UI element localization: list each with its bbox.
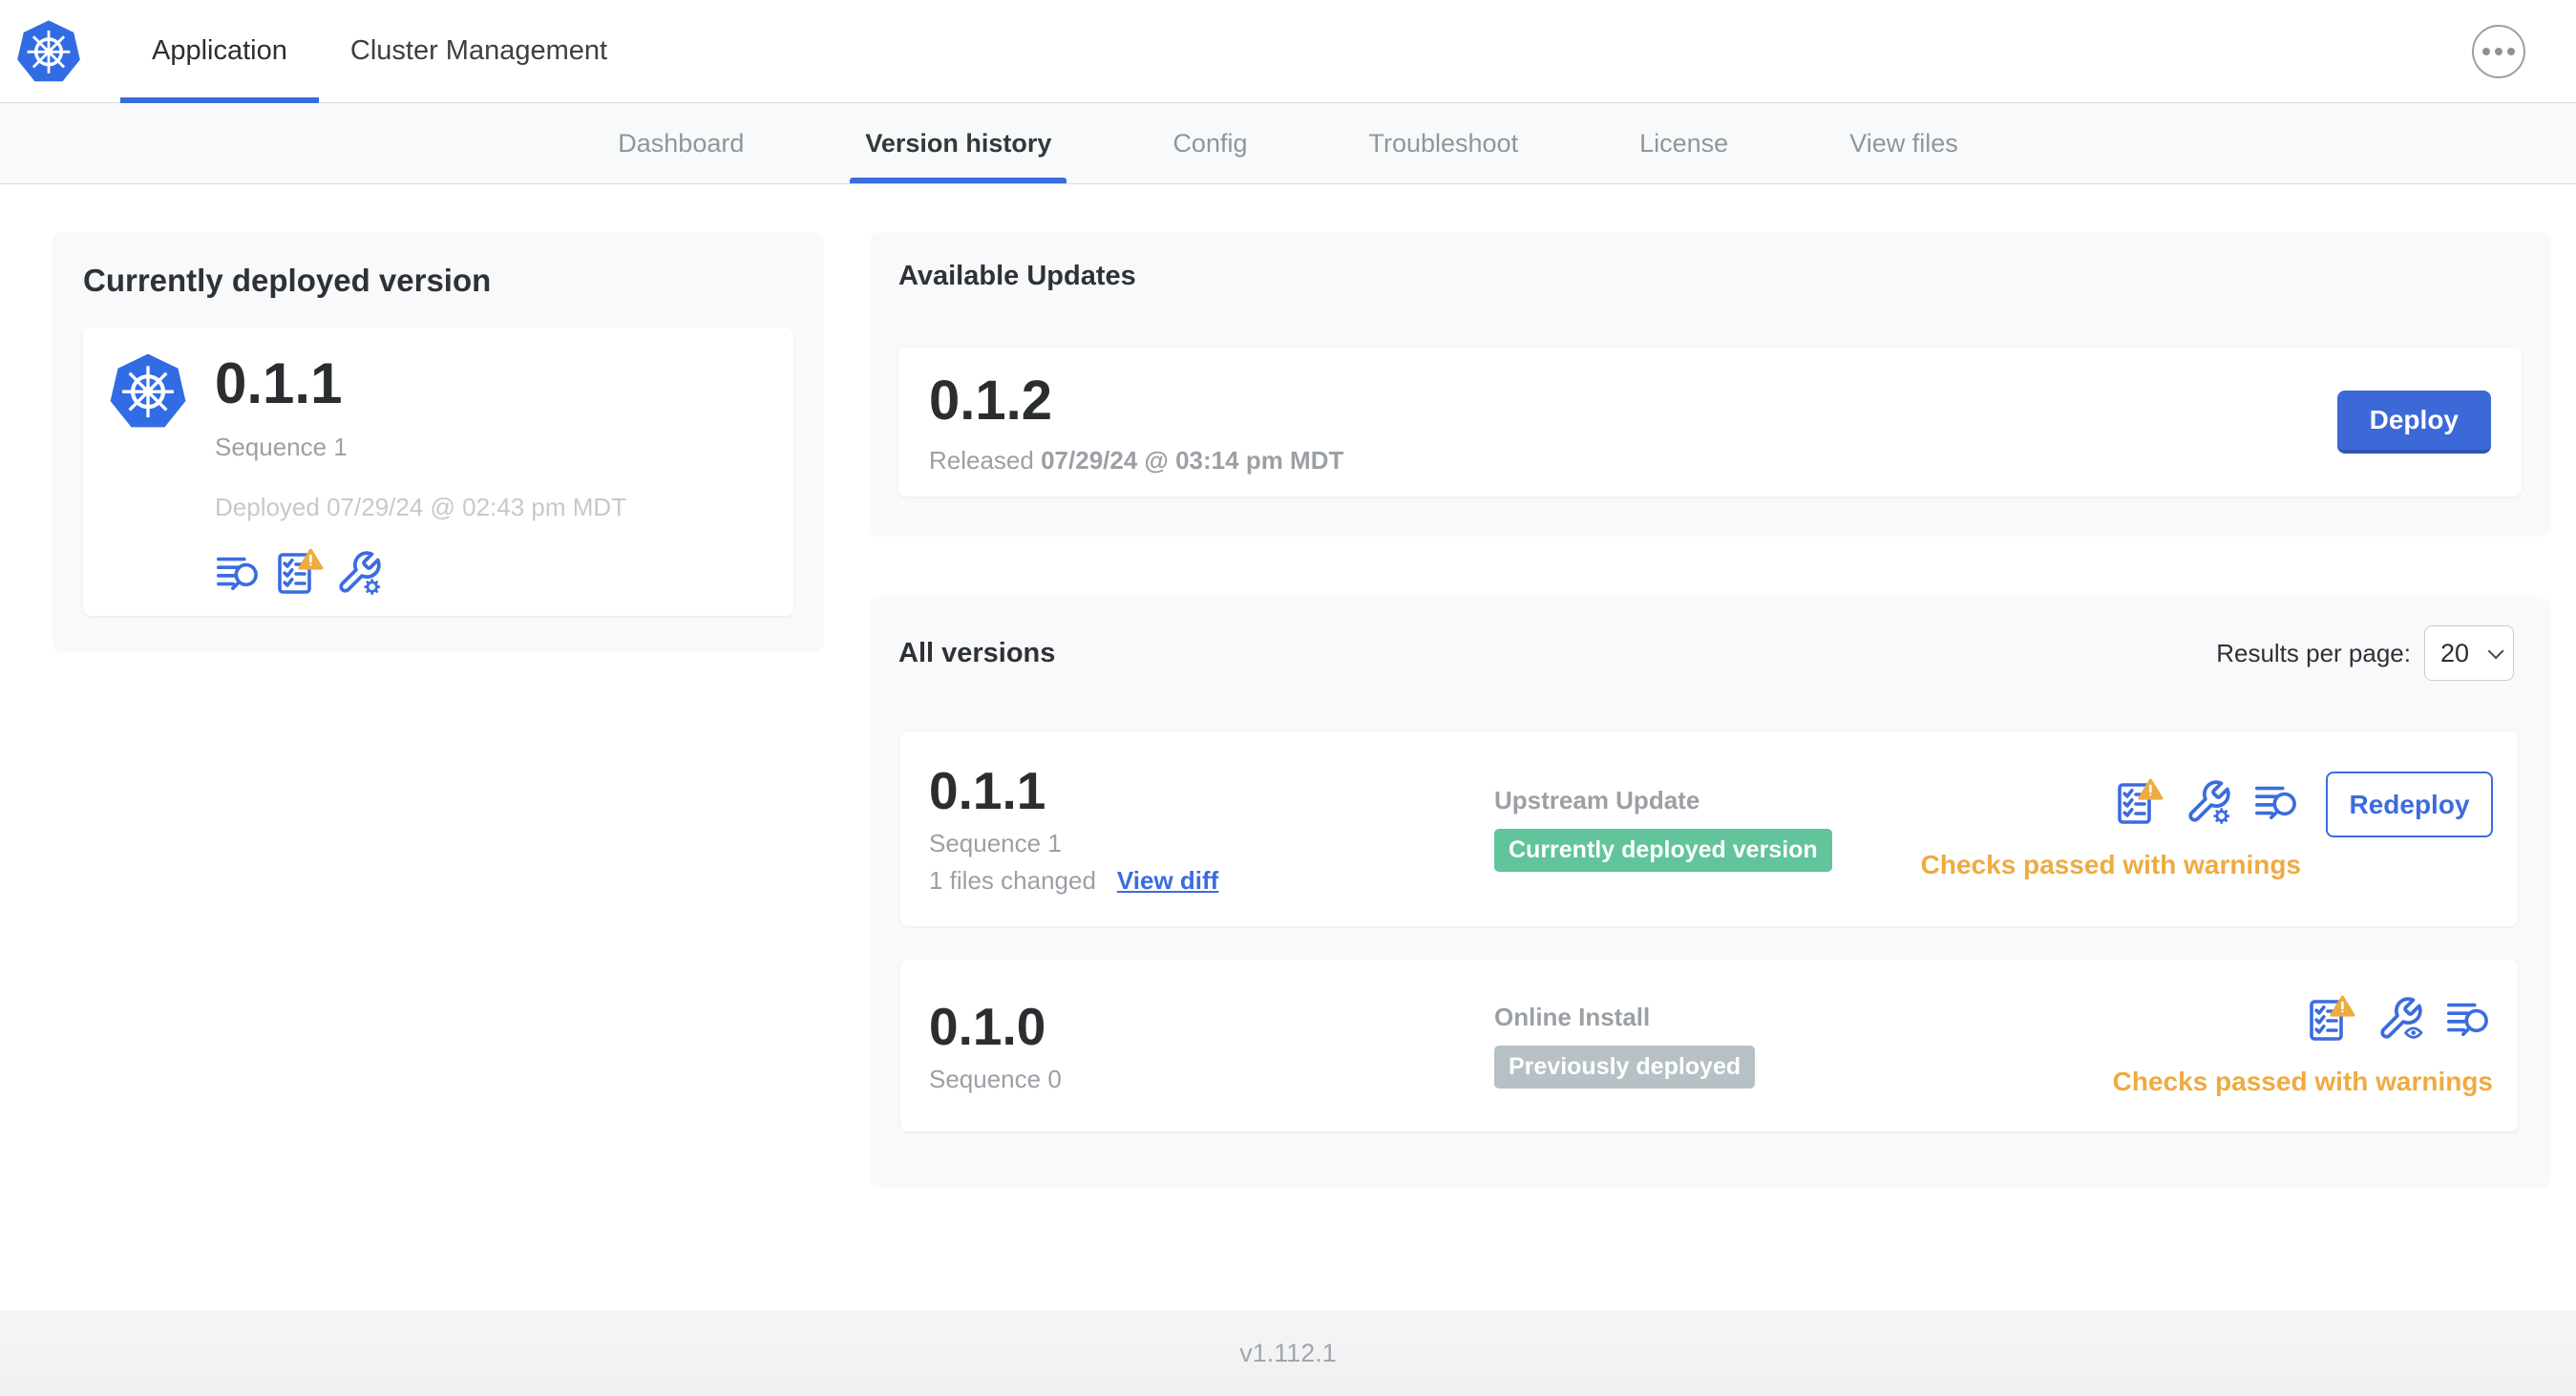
files-changed-line: 1 files changed View diff <box>929 866 1494 896</box>
all-versions-header: All versions Results per page: 20 <box>898 625 2522 681</box>
available-updates-title: Available Updates <box>898 261 1136 291</box>
version-source-label: Online Install <box>1494 1003 1651 1031</box>
version-row-source: Online Install Previously deployed <box>1494 1003 2113 1089</box>
chevron-down-icon <box>2487 643 2504 660</box>
version-row-actions: Checks passed with warnings Redeploy <box>1921 772 2493 880</box>
version-row-source: Upstream Update Currently deployed versi… <box>1494 786 1921 872</box>
checks-column: Checks passed with warnings <box>2113 994 2493 1097</box>
results-per-page: Results per page: 20 <box>2216 625 2514 681</box>
ellipsis-icon <box>2507 48 2515 55</box>
tab-version-history[interactable]: Version history <box>850 103 1067 183</box>
released-label: Released <box>929 446 1034 475</box>
version-action-icons <box>2306 994 2493 1044</box>
tab-dashboard-label: Dashboard <box>618 128 745 158</box>
redeploy-button[interactable]: Redeploy <box>2326 772 2493 837</box>
edit-config-icon[interactable] <box>2185 778 2232 826</box>
app-kubernetes-icon <box>108 352 188 433</box>
tab-license[interactable]: License <box>1624 103 1743 183</box>
tab-view-files[interactable]: View files <box>1834 103 1974 183</box>
more-menu-button[interactable] <box>2472 25 2525 78</box>
status-badge: Previously deployed <box>1494 1046 1756 1089</box>
view-config-icon[interactable] <box>2376 995 2424 1043</box>
tab-config-label: Config <box>1172 128 1248 158</box>
current-version-sequence: Sequence 1 <box>215 433 348 461</box>
currently-deployed-card: Currently deployed version 0.1.1 Sequenc… <box>53 232 824 652</box>
tab-dashboard[interactable]: Dashboard <box>602 103 759 183</box>
view-logs-icon[interactable] <box>215 549 263 597</box>
version-source-label: Upstream Update <box>1494 786 1700 814</box>
preflight-checks-warning-icon[interactable] <box>2306 994 2355 1044</box>
current-version-number: 0.1.1 <box>215 351 343 415</box>
released-value: 07/29/24 @ 03:14 pm MDT <box>1041 446 1344 475</box>
results-per-page-value: 20 <box>2440 638 2470 667</box>
update-version-number: 0.1.2 <box>929 370 1052 432</box>
top-bar: Application Cluster Management <box>0 0 2576 103</box>
console-version: v1.112.1 <box>1239 1338 1337 1367</box>
available-updates-card: Available Updates 0.1.2 Released 07/29/2… <box>870 232 2550 537</box>
tab-application[interactable]: Application <box>120 0 319 103</box>
current-version-details: 0.1.1 Sequence 1 Deployed 07/29/24 @ 02:… <box>215 351 627 596</box>
deploy-button[interactable]: Deploy <box>2336 391 2491 454</box>
tab-config[interactable]: Config <box>1157 103 1262 183</box>
view-diff-link[interactable]: View diff <box>1117 866 1218 896</box>
tab-license-label: License <box>1639 128 1729 158</box>
preflight-checks-warning-icon[interactable] <box>2114 777 2164 827</box>
available-update-row: 0.1.2 Released 07/29/24 @ 03:14 pm MDT D… <box>898 348 2522 497</box>
update-info: 0.1.2 Released 07/29/24 @ 03:14 pm MDT <box>929 369 1343 476</box>
app-sub-nav: Dashboard Version history Config Trouble… <box>0 103 2576 184</box>
version-row-actions: Checks passed with warnings <box>2113 994 2493 1097</box>
view-logs-icon[interactable] <box>2445 995 2493 1043</box>
version-sequence: Sequence 1 <box>929 829 1062 857</box>
checks-status-text: Checks passed with warnings <box>2112 1067 2493 1096</box>
current-version-deployed-timestamp: Deployed 07/29/24 @ 02:43 pm MDT <box>215 493 627 521</box>
edit-config-icon[interactable] <box>335 549 383 597</box>
currently-deployed-inner-card: 0.1.1 Sequence 1 Deployed 07/29/24 @ 02:… <box>83 328 793 616</box>
tab-version-history-label: Version history <box>865 128 1052 158</box>
ellipsis-icon <box>2482 48 2490 55</box>
version-row-0-1-1: 0.1.1 Sequence 1 1 files changed View di… <box>900 731 2518 926</box>
version-number: 0.1.0 <box>929 996 1046 1056</box>
checks-column: Checks passed with warnings <box>1921 777 2301 880</box>
view-logs-icon[interactable] <box>2253 778 2301 826</box>
tab-cluster-management[interactable]: Cluster Management <box>319 0 639 102</box>
status-badge: Currently deployed version <box>1494 829 1832 872</box>
tab-application-label: Application <box>152 35 287 66</box>
version-sequence: Sequence 0 <box>929 1064 1062 1093</box>
files-changed-count: 1 files changed <box>929 866 1096 895</box>
preflight-checks-warning-icon[interactable] <box>274 547 324 597</box>
version-row-info: 0.1.1 Sequence 1 1 files changed View di… <box>929 762 1494 896</box>
currently-deployed-title: Currently deployed version <box>83 263 492 298</box>
version-row-0-1-0: 0.1.0 Sequence 0 Online Install Previous… <box>900 960 2518 1132</box>
all-versions-card: All versions Results per page: 20 0.1.1 … <box>870 597 2550 1188</box>
tab-troubleshoot-label: Troubleshoot <box>1368 128 1519 158</box>
version-number: 0.1.1 <box>929 761 1046 820</box>
version-action-icons <box>2114 777 2301 827</box>
version-history-page: Application Cluster Management Dashboard… <box>0 0 2576 1396</box>
current-version-actions <box>215 547 626 597</box>
page-footer: v1.112.1 <box>0 1310 2576 1396</box>
tab-view-files-label: View files <box>1849 128 1958 158</box>
top-tabs: Application Cluster Management <box>120 0 639 103</box>
checks-status-text: Checks passed with warnings <box>1920 850 2301 879</box>
all-versions-title: All versions <box>898 637 1056 668</box>
tab-troubleshoot[interactable]: Troubleshoot <box>1353 103 1533 183</box>
results-per-page-select[interactable]: 20 <box>2424 625 2514 681</box>
update-released-timestamp: Released 07/29/24 @ 03:14 pm MDT <box>929 446 1343 476</box>
tab-cluster-management-label: Cluster Management <box>349 35 608 66</box>
version-row-info: 0.1.0 Sequence 0 <box>929 998 1494 1094</box>
ellipsis-icon <box>2495 48 2502 55</box>
results-per-page-label: Results per page: <box>2216 638 2411 667</box>
kubernetes-logo-icon <box>15 15 82 90</box>
